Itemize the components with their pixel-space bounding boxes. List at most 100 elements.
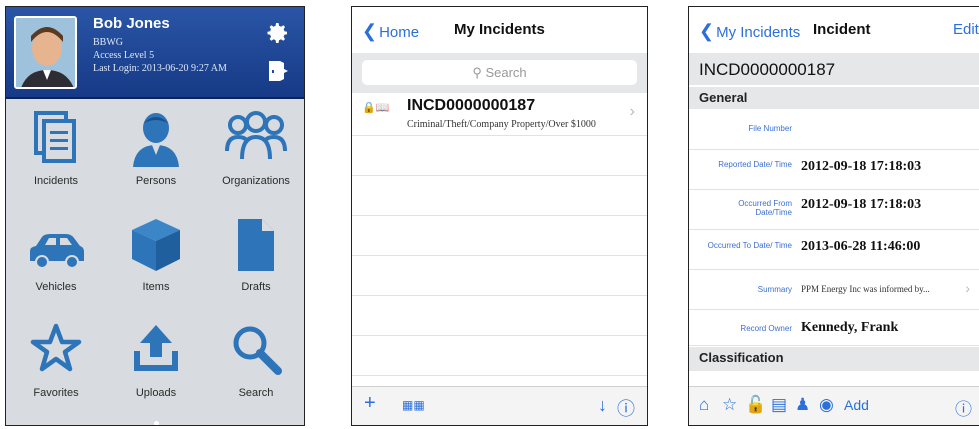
user-org: BBWG [93,37,123,48]
tile-label: Search [238,387,274,399]
incident-id: INCD0000000187 [407,97,536,114]
field-label: Record Owner [740,324,792,333]
upload-icon [134,325,178,371]
field-occurred-from[interactable]: Occurred From Date/Time 2012-09-18 17:18… [689,189,979,230]
user-name: Bob Jones [93,15,170,32]
field-value: Kennedy, Frank [801,320,899,335]
search-input[interactable]: ⚲ Search [362,60,637,85]
field-reported-date[interactable]: Reported Date/ Time 2012-09-18 17:18:03 [689,149,979,190]
tile-drafts[interactable]: Drafts [206,205,304,311]
tile-label: Uploads [135,387,177,399]
incident-list-screen: ❮ Home My Incidents ⚲ Search 🔒📖 INCD00000… [351,6,648,426]
star-icon [30,323,82,372]
tile-incidents[interactable]: Incidents [6,99,106,205]
person-icon[interactable]: ♟ [795,395,810,415]
logout-icon[interactable] [266,59,290,83]
last-login: Last Login: 2013-06-20 9:27 AM [93,63,227,74]
nav-bar: ❮ My Incidents Incident Edit [689,7,979,53]
tile-items[interactable]: Items [106,205,206,311]
info-icon[interactable]: ⓘ [955,395,972,420]
bottom-toolbar: ⌂ ☆ 🔓 ▤ ♟ ◉ Add ⓘ [689,386,979,425]
search-icon: ⚲ [472,65,482,80]
add-button[interactable]: Add [844,397,869,413]
edit-button[interactable]: Edit [953,21,979,38]
section-title: Classification [699,350,784,365]
section-classification: Classification [689,347,979,371]
empty-row [352,135,647,176]
tile-label: Favorites [33,387,79,399]
empty-row [352,255,647,296]
back-button[interactable]: ❮ Home [362,21,419,42]
search-icon [233,326,282,375]
back-label: My Incidents [716,24,801,41]
camera-icon[interactable]: ◉ [819,395,834,415]
barcode-icon[interactable]: ▦▦ [402,398,425,412]
people-group-icon [225,111,287,160]
tile-label: Drafts [241,281,271,293]
tile-organizations[interactable]: Organizations [206,99,304,205]
document-icon[interactable]: ▤ [771,395,787,415]
avatar [14,16,77,89]
tile-favorites[interactable]: Favorites [6,311,106,417]
chevron-left-icon: ❮ [362,21,378,41]
tile-label: Vehicles [35,281,77,293]
chevron-right-icon: › [629,103,635,120]
field-value: 2013-06-28 11:46:00 [801,239,921,254]
box-icon [132,219,180,271]
dashboard-grid: Incidents Persons Organizations Vehicles… [6,99,304,425]
info-icon[interactable]: ⓘ [617,395,635,421]
dashboard-screen: Bob Jones BBWG Access Level 5 Last Login… [5,6,305,426]
car-icon [30,234,84,269]
document-icon [238,219,274,271]
chevron-right-icon: › [965,280,970,296]
search-placeholder: Search [485,65,527,80]
field-label: Occurred From Date/Time [738,199,792,217]
lock-book-icon: 🔒📖 [362,102,390,114]
chevron-left-icon: ❮ [699,21,715,41]
user-header: Bob Jones BBWG Access Level 5 Last Login… [6,7,304,99]
back-button[interactable]: ❮ My Incidents [699,21,800,42]
person-icon [133,113,179,167]
empty-row [352,335,647,376]
field-label: Summary [757,285,792,294]
bottom-toolbar: + ▦▦ ↓ ⓘ [352,386,647,425]
list-item[interactable]: 🔒📖 INCD0000000187 Criminal/Theft/Company… [352,93,647,136]
empty-row [352,295,647,336]
document-stack-icon [34,111,76,163]
back-label: Home [379,24,420,41]
incident-header: INCD0000000187 [689,53,979,85]
tile-uploads[interactable]: Uploads [106,311,206,417]
lock-icon[interactable]: 🔓 [745,395,766,415]
tile-label: Organizations [222,175,290,187]
tile-label: Items [142,281,170,293]
incident-detail-screen: ❮ My Incidents Incident Edit INCD00000001… [688,6,979,426]
field-record-owner[interactable]: Record Owner Kennedy, Frank [689,309,979,346]
incident-id: INCD0000000187 [699,60,836,79]
home-icon[interactable]: ⌂ [699,395,709,415]
download-icon[interactable]: ↓ [598,395,607,416]
empty-row [352,215,647,256]
gear-icon[interactable] [266,21,290,45]
search-bar: ⚲ Search [352,53,647,93]
nav-bar: ❮ Home My Incidents [352,7,647,53]
field-occurred-to[interactable]: Occurred To Date/ Time 2013-06-28 11:46:… [689,229,979,270]
tile-vehicles[interactable]: Vehicles [6,205,106,311]
field-file-number[interactable]: File Number [689,109,979,150]
field-summary[interactable]: Summary PPM Energy Inc was informed by..… [689,269,979,310]
field-value: 2012-09-18 17:18:03 [801,159,922,174]
section-general: General [689,87,979,109]
tile-label: Incidents [33,175,79,187]
field-value: PPM Energy Inc was informed by... [801,284,930,294]
field-label: Occurred To Date/ Time [707,241,792,250]
tile-search[interactable]: Search [206,311,304,417]
user-access-level: Access Level 5 [93,50,155,61]
star-icon[interactable]: ☆ [722,395,737,415]
tile-persons[interactable]: Persons [106,99,206,205]
field-label: File Number [748,124,792,133]
incident-description: Criminal/Theft/Company Property/Over $10… [407,119,596,130]
page-title: Incident [813,21,871,38]
page-indicator [154,421,159,425]
tile-label: Persons [135,175,177,187]
page-title: My Incidents [454,21,545,38]
add-icon[interactable]: + [364,392,376,415]
